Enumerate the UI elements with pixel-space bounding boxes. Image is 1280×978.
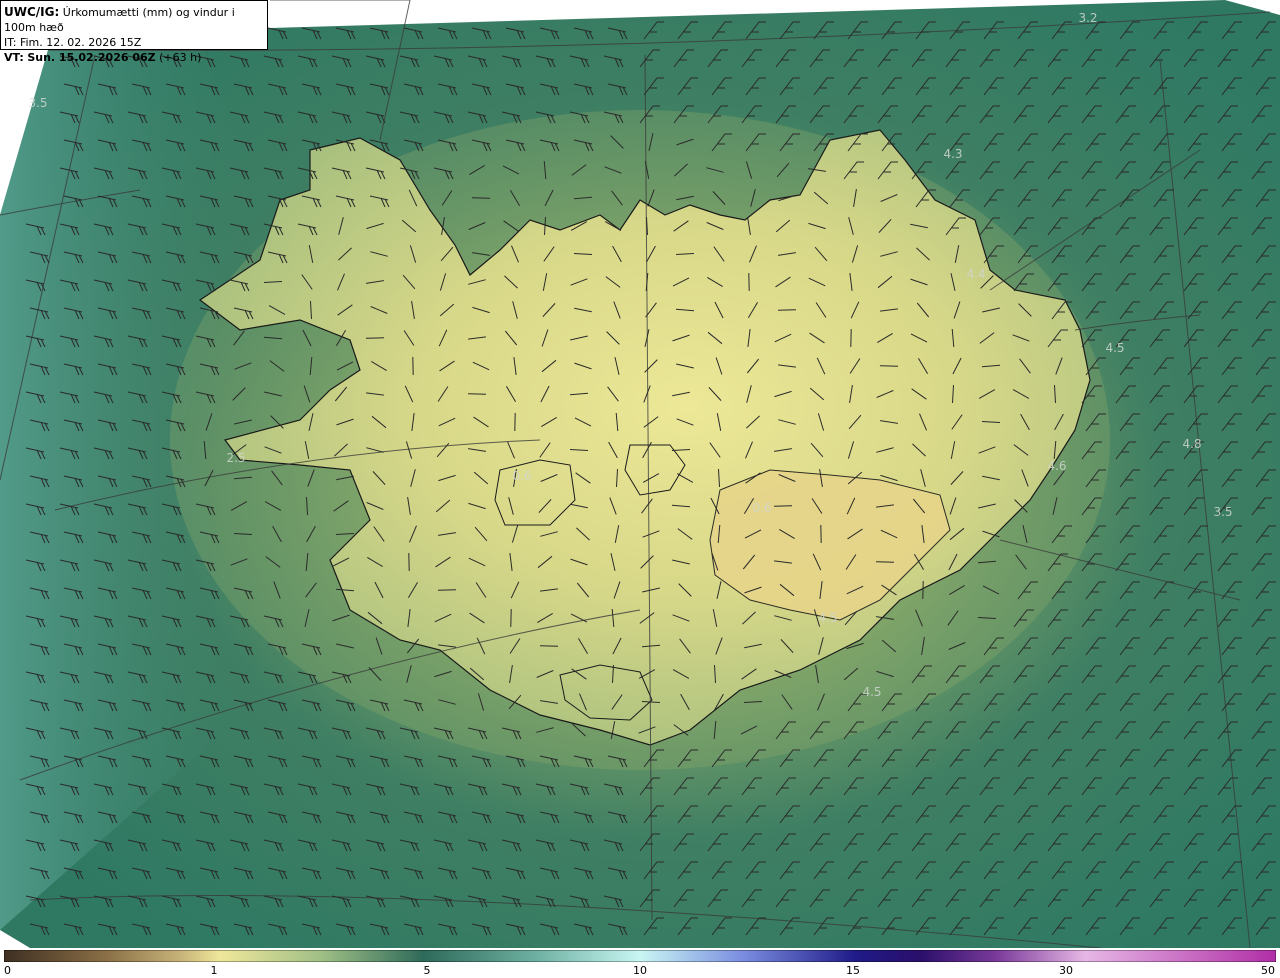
colorbar-tick-50: 50 (1261, 964, 1275, 977)
precipitation-map: 3.2 3.5 4.3 4.4 4.5 4.8 4.6 3.5 4.5 2.5 0.6 4.5 0.6 (0, 0, 1280, 948)
forecast-offset: (+63 h) (159, 51, 202, 64)
map-value-label: 4.5 (1105, 341, 1124, 355)
init-label: IT: (4, 36, 20, 49)
colorbar-tick-30: 30 (1059, 964, 1073, 977)
map-value-label: 3.2 (1078, 11, 1097, 25)
title-line: UWC/IG: Úrkomumætti (mm) og vindur i 100… (4, 5, 263, 35)
model-name: UWC/IG: (4, 5, 60, 19)
map-value-label: 4.4 (966, 267, 985, 281)
colorbar-tick-1: 1 (210, 964, 218, 977)
map-value-label: 2.5 (226, 451, 245, 465)
map-value-label: 4.8 (1182, 437, 1201, 451)
colorbar (4, 950, 1276, 962)
init-time-line: IT: Fim. 12. 02. 2026 15Z (4, 35, 263, 50)
map-value-label: 4.3 (943, 147, 962, 161)
map-value-label: 0.6 (752, 501, 771, 515)
map-value-label: 3.5 (1213, 505, 1232, 519)
init-time: Fim. 12. 02. 2026 15Z (19, 36, 142, 49)
colorbar-labels: 0 1 5 10 15 30 50 (0, 962, 1280, 978)
valid-time: Sun. 15.02.2026 06Z (27, 51, 156, 64)
valid-label: VT: (4, 51, 24, 64)
map-value-label: 4.5 (862, 685, 881, 699)
colorbar-tick-0: 0 (4, 964, 11, 977)
title-box: UWC/IG: Úrkomumætti (mm) og vindur i 100… (0, 0, 268, 64)
valid-time-line: VT: Sun. 15.02.2026 06Z (+63 h) (4, 50, 263, 65)
map-value-label: 3.5 (28, 96, 47, 110)
colorbar-tick-10: 10 (633, 964, 647, 977)
map-value-label: 0.6 (512, 469, 531, 483)
colorbar-tick-5: 5 (423, 964, 431, 977)
map-value-label: 4.6 (1047, 459, 1066, 473)
map-value-label: 4.5 (818, 611, 837, 625)
colorbar-tick-15: 15 (846, 964, 860, 977)
